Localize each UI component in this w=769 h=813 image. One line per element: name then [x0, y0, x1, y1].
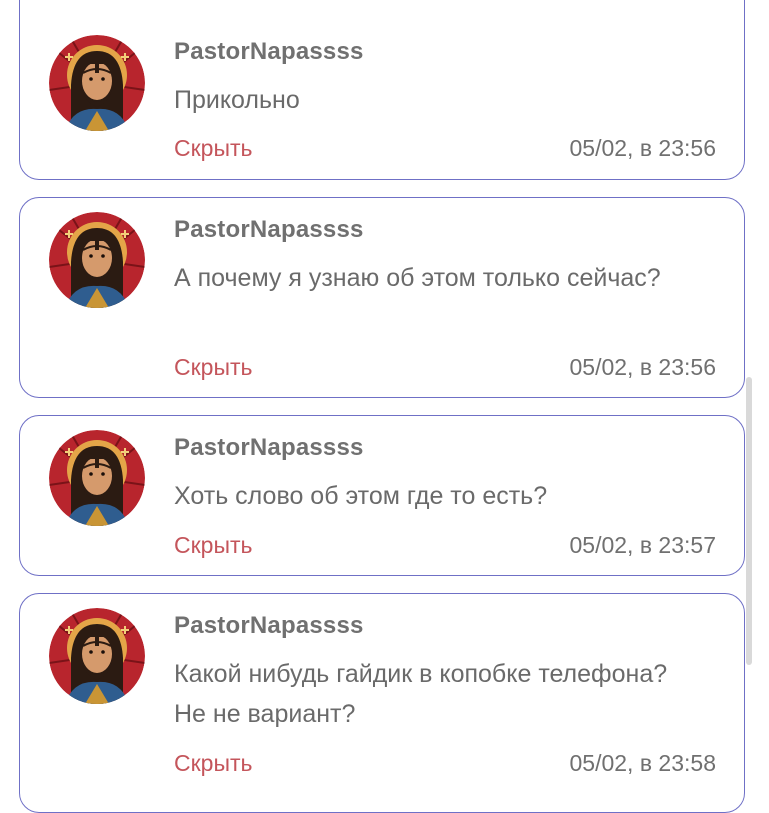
- comment-text: Какой нибудь гайдик в копобке телефона? …: [174, 660, 668, 728]
- comment-text: Прикольно: [174, 86, 300, 114]
- comment-timestamp: 05/02, в 23:56: [569, 135, 716, 161]
- scrollbar-thumb[interactable]: [746, 377, 752, 665]
- jesus-portrait-icon[interactable]: [49, 608, 145, 704]
- comments-feed: PastorNapassss Прикольно Скрыть 05/02, в…: [0, 0, 769, 813]
- comment-timestamp: 05/02, в 23:58: [569, 750, 716, 776]
- jesus-portrait-icon[interactable]: [49, 212, 145, 308]
- jesus-portrait-icon[interactable]: [49, 430, 145, 526]
- hide-comment-link[interactable]: Скрыть: [174, 750, 253, 777]
- comment-text: А почему я узнаю об этом только сейчас?: [174, 264, 661, 292]
- comment-author[interactable]: PastorNapassss: [174, 216, 364, 244]
- comment-author[interactable]: PastorNapassss: [174, 612, 364, 640]
- comment-card: PastorNapassss Хоть слово об этом где то…: [19, 415, 745, 576]
- hide-comment-link[interactable]: Скрыть: [174, 532, 253, 559]
- comment-author[interactable]: PastorNapassss: [174, 38, 364, 66]
- comment-card: PastorNapassss А почему я узнаю об этом …: [19, 197, 745, 398]
- comment-text: Хоть слово об этом где то есть?: [174, 482, 548, 510]
- jesus-portrait-icon[interactable]: [49, 35, 145, 131]
- comment-author[interactable]: PastorNapassss: [174, 434, 364, 462]
- hide-comment-link[interactable]: Скрыть: [174, 354, 253, 381]
- comment-card: PastorNapassss Прикольно Скрыть 05/02, в…: [19, 0, 745, 180]
- comment-card: PastorNapassss Какой нибудь гайдик в коп…: [19, 593, 745, 813]
- comment-timestamp: 05/02, в 23:56: [569, 354, 716, 380]
- hide-comment-link[interactable]: Скрыть: [174, 135, 253, 162]
- comment-timestamp: 05/02, в 23:57: [569, 532, 716, 558]
